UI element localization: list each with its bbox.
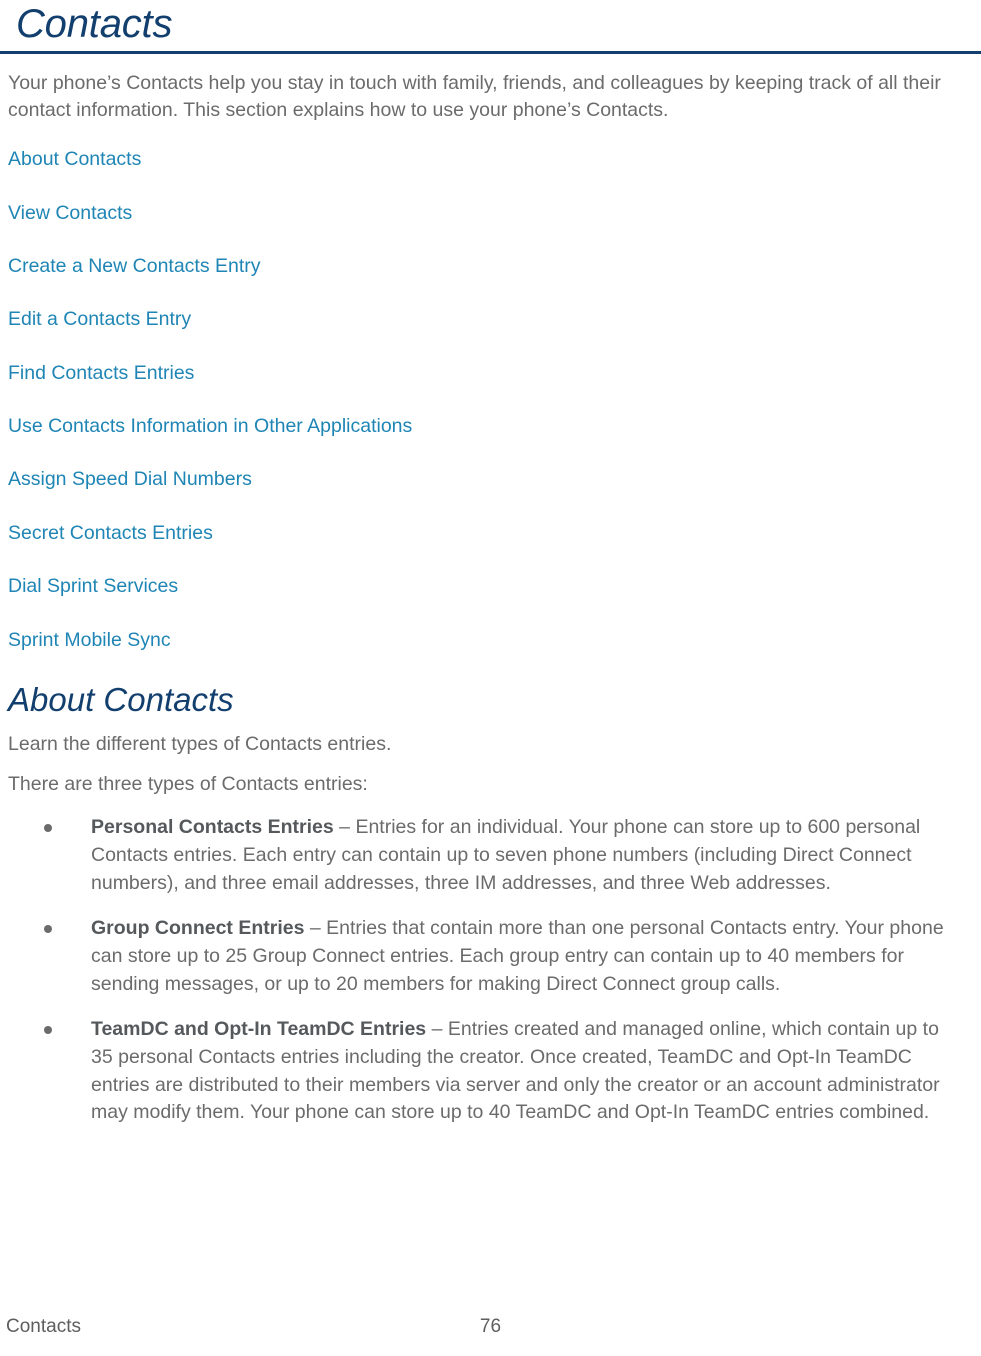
toc-link-about-contacts[interactable]: About Contacts xyxy=(8,148,141,170)
list-item: Personal Contacts Entries – Entries for … xyxy=(6,814,945,897)
about-lead-paragraph: Learn the different types of Contacts en… xyxy=(8,732,392,755)
entry-type-term: TeamDC and Opt-In TeamDC Entries xyxy=(91,1018,427,1041)
toc-link-use-contacts-information[interactable]: Use Contacts Information in Other Applic… xyxy=(8,415,412,437)
section-heading-about-contacts: About Contacts xyxy=(8,680,234,718)
toc-link-assign-speed-dial-numbers[interactable]: Assign Speed Dial Numbers xyxy=(8,468,252,490)
document-page: Contacts Your phone’s Contacts help you … xyxy=(0,0,981,1356)
list-item: Edit a Contacts Entry xyxy=(8,307,945,331)
toc-link-find-contacts-entries[interactable]: Find Contacts Entries xyxy=(8,362,194,384)
list-item: Use Contacts Information in Other Applic… xyxy=(8,414,945,438)
page-content: Your phone’s Contacts help you stay in t… xyxy=(0,70,981,1127)
intro-paragraph: Your phone’s Contacts help you stay in t… xyxy=(8,71,941,122)
entry-type-term: Personal Contacts Entries xyxy=(91,816,334,839)
list-item: TeamDC and Opt-In TeamDC Entries – Entri… xyxy=(6,1016,945,1127)
list-item: Secret Contacts Entries xyxy=(8,521,945,545)
list-item: Assign Speed Dial Numbers xyxy=(8,467,945,491)
list-item: View Contacts xyxy=(8,201,945,225)
entry-type-term: Group Connect Entries xyxy=(91,917,305,940)
footer-page-number: 76 xyxy=(479,1316,502,1337)
toc-link-edit-a-contacts-entry[interactable]: Edit a Contacts Entry xyxy=(8,308,191,330)
bullet-icon xyxy=(44,1026,52,1035)
bullet-icon xyxy=(44,824,52,833)
list-item: Find Contacts Entries xyxy=(8,361,945,385)
contacts-entry-types-list: Personal Contacts Entries – Entries for … xyxy=(6,814,945,1127)
list-item: Dial Sprint Services xyxy=(8,574,945,598)
list-item: Sprint Mobile Sync xyxy=(8,628,945,652)
about-intro-line: There are three types of Contacts entrie… xyxy=(8,772,368,795)
page-footer: Contacts 76 xyxy=(0,1316,981,1342)
bullet-icon xyxy=(44,925,52,934)
entry-type-separator: – xyxy=(304,917,327,940)
entry-type-separator: – xyxy=(333,816,356,839)
list-item: About Contacts xyxy=(8,147,945,171)
entry-type-separator: – xyxy=(426,1018,448,1041)
table-of-contents: About Contacts View Contacts Create a Ne… xyxy=(6,147,945,652)
toc-link-dial-sprint-services[interactable]: Dial Sprint Services xyxy=(8,575,178,597)
list-item: Group Connect Entries – Entries that con… xyxy=(6,915,945,998)
page-title: Contacts xyxy=(16,2,173,46)
toc-link-view-contacts[interactable]: View Contacts xyxy=(8,202,132,224)
toc-link-secret-contacts-entries[interactable]: Secret Contacts Entries xyxy=(8,522,213,544)
list-item: Create a New Contacts Entry xyxy=(8,254,945,278)
toc-link-create-a-new-contacts-entry[interactable]: Create a New Contacts Entry xyxy=(8,255,261,277)
title-divider xyxy=(0,50,981,54)
toc-link-sprint-mobile-sync[interactable]: Sprint Mobile Sync xyxy=(8,629,171,651)
